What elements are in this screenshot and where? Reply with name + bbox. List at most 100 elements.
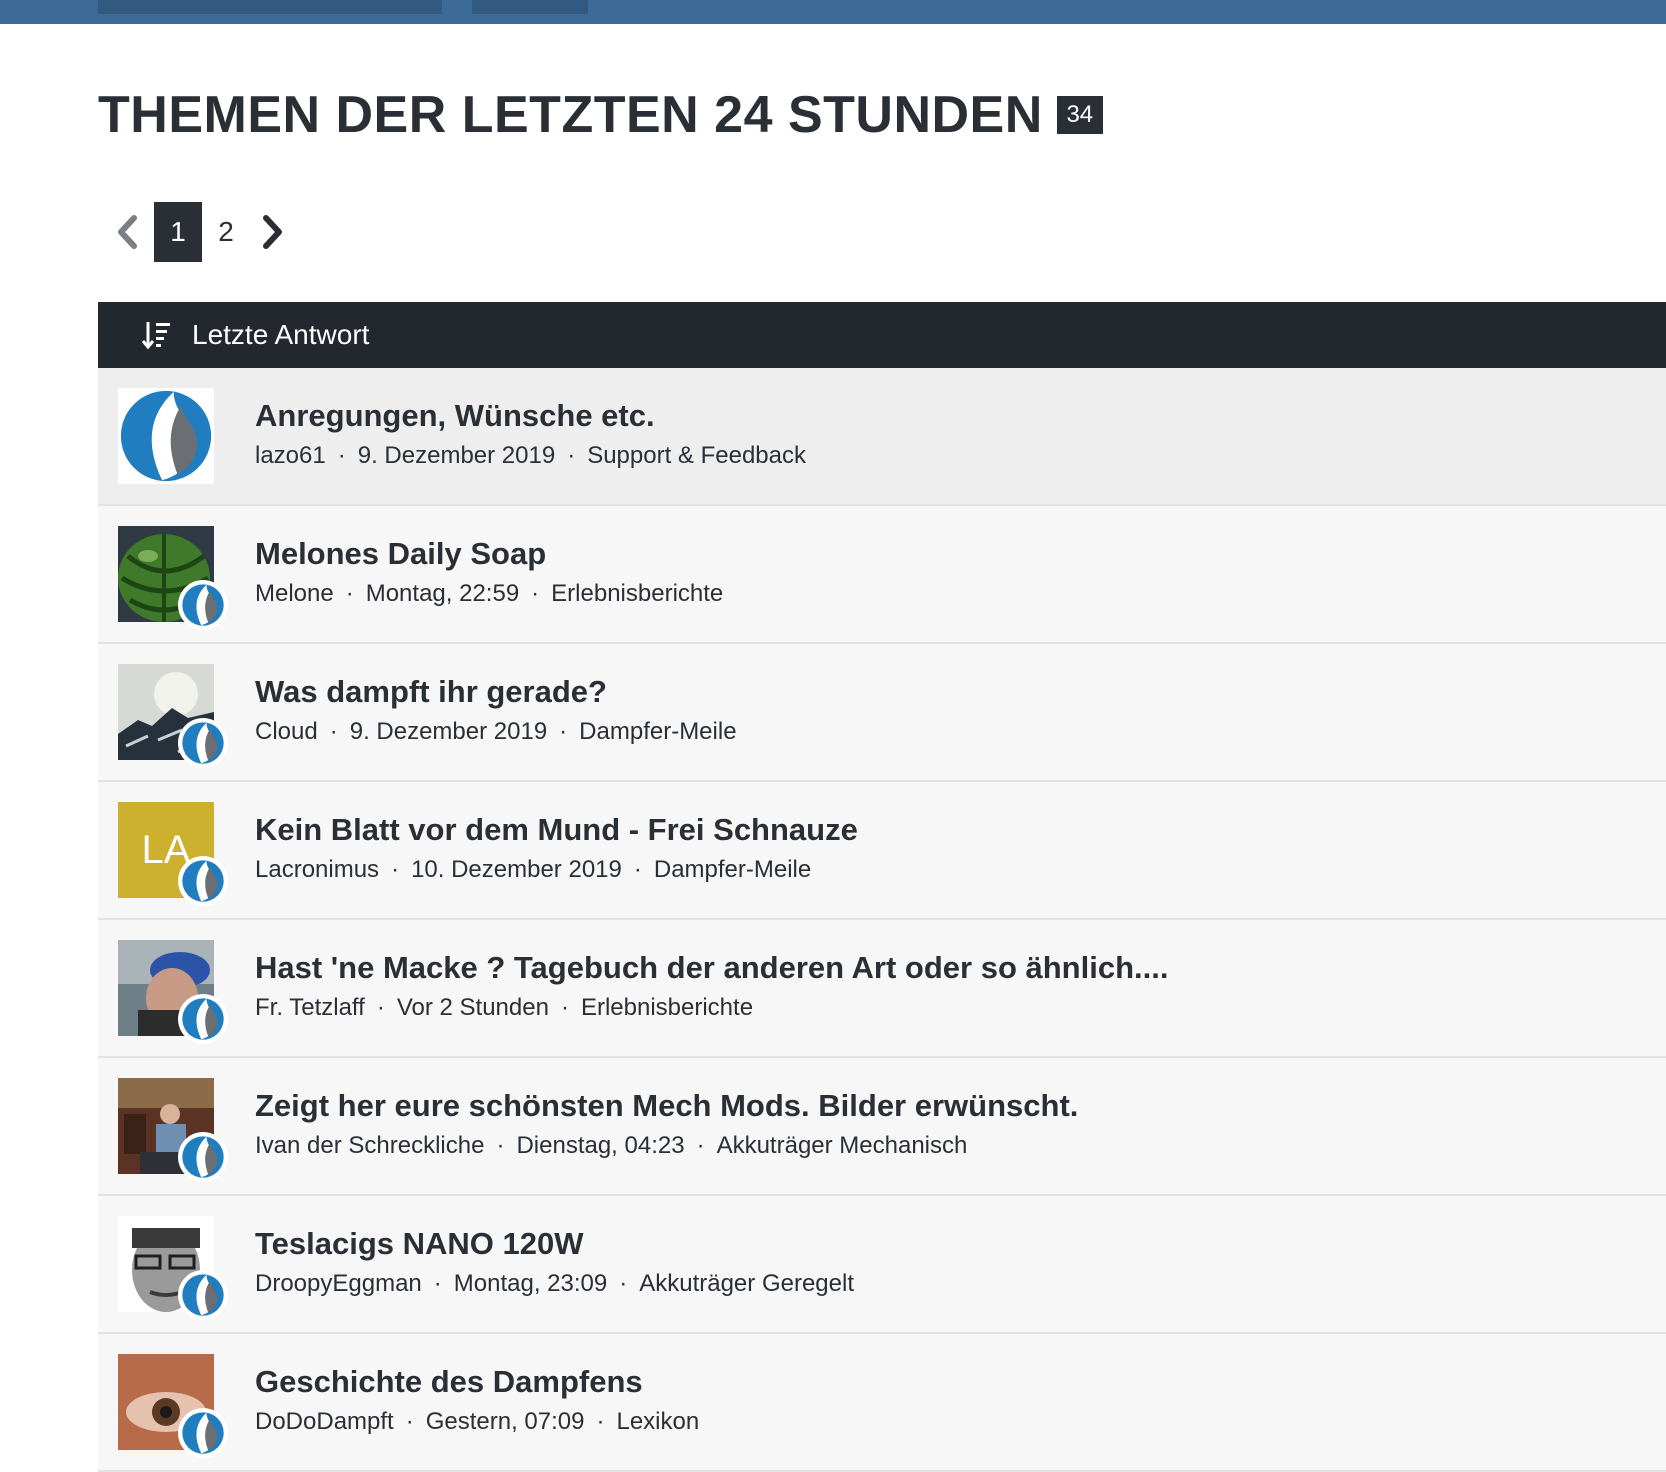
forum-logo-badge (178, 580, 228, 630)
topic-title-link[interactable]: Geschichte des Dampfens (255, 1362, 699, 1402)
topic-title-link[interactable]: Zeigt her eure schönsten Mech Mods. Bild… (255, 1086, 1078, 1126)
topic-avatar[interactable] (118, 388, 214, 484)
meta-separator: · (376, 994, 385, 1021)
topic-meta: DroopyEggman · Montag, 23:09 · Akkuträge… (255, 1270, 854, 1298)
top-navigation-bar (0, 0, 1666, 24)
topic-author-link[interactable]: Lacronimus (255, 856, 379, 884)
meta-separator: · (496, 1132, 505, 1159)
topic-meta: DoDoDampft · Gestern, 07:09 · Lexikon (255, 1408, 699, 1436)
topic-time: Montag, 22:59 (365, 580, 520, 607)
nav-tab-1[interactable] (98, 0, 442, 14)
topic-avatar[interactable] (118, 940, 228, 1044)
topic-avatar[interactable]: LA (118, 802, 228, 906)
forum-logo-badge (178, 1270, 228, 1320)
topic-meta: lazo61 · 9. Dezember 2019 · Support & Fe… (255, 442, 806, 470)
forum-logo-badge (178, 994, 228, 1044)
meta-separator: · (559, 718, 568, 745)
topic-avatar[interactable] (118, 664, 228, 768)
topic-time: 10. Dezember 2019 (411, 856, 622, 883)
topic-forum-link[interactable]: Erlebnisberichte (581, 994, 753, 1022)
topic-title-link[interactable]: Hast 'ne Macke ? Tagebuch der anderen Ar… (255, 948, 1168, 988)
topic-row[interactable]: Geschichte des Dampfens DoDoDampft · Ges… (98, 1334, 1666, 1472)
topic-author-link[interactable]: lazo61 (255, 442, 326, 470)
topic-text: Kein Blatt vor dem Mund - Frei Schnauze … (255, 810, 858, 884)
topic-meta: Lacronimus · 10. Dezember 2019 · Dampfer… (255, 856, 858, 884)
sort-bar[interactable]: Letzte Antwort (98, 302, 1666, 368)
topic-forum-link[interactable]: Lexikon (616, 1408, 699, 1436)
previous-page-button[interactable] (112, 202, 142, 262)
topic-forum-link[interactable]: Akkuträger Mechanisch (717, 1132, 968, 1160)
topic-forum-link[interactable]: Erlebnisberichte (551, 580, 723, 608)
meta-separator: · (567, 442, 576, 469)
topic-forum-link[interactable]: Dampfer-Meile (654, 856, 811, 884)
meta-separator: · (433, 1270, 442, 1297)
meta-separator: · (560, 994, 569, 1021)
meta-separator: · (619, 1270, 628, 1297)
topic-meta: Cloud · 9. Dezember 2019 · Dampfer-Meile (255, 718, 737, 746)
topic-time: Montag, 23:09 (453, 1270, 608, 1297)
forum-logo-badge (178, 1408, 228, 1458)
topic-author-link[interactable]: Melone (255, 580, 334, 608)
topic-title-link[interactable]: Teslacigs NANO 120W (255, 1224, 854, 1264)
topic-list: Letzte Antwort Anregungen, Wünsche etc. … (98, 302, 1666, 1472)
topic-text: Was dampft ihr gerade? Cloud · 9. Dezemb… (255, 672, 737, 746)
topic-avatar[interactable] (118, 1216, 228, 1320)
topic-text: Zeigt her eure schönsten Mech Mods. Bild… (255, 1086, 1078, 1160)
topic-title-link[interactable]: Anregungen, Wünsche etc. (255, 396, 806, 436)
topic-row[interactable]: Zeigt her eure schönsten Mech Mods. Bild… (98, 1058, 1666, 1196)
pagination: 1 2 (112, 202, 288, 262)
chevron-left-icon (118, 215, 137, 249)
topic-row[interactable]: Melones Daily Soap Melone · Montag, 22:5… (98, 506, 1666, 644)
topic-title-link[interactable]: Melones Daily Soap (255, 534, 723, 574)
meta-separator: · (391, 856, 400, 883)
topic-row[interactable]: LA Kein Blatt vor dem Mund - Frei Schnau… (98, 782, 1666, 920)
meta-separator: · (696, 1132, 705, 1159)
page-2-button[interactable]: 2 (202, 202, 250, 262)
topic-row[interactable]: Hast 'ne Macke ? Tagebuch der anderen Ar… (98, 920, 1666, 1058)
topic-author-link[interactable]: DroopyEggman (255, 1270, 422, 1298)
forum-logo-badge (178, 856, 228, 906)
topic-rows: Anregungen, Wünsche etc. lazo61 · 9. Dez… (98, 368, 1666, 1472)
topic-author-link[interactable]: Fr. Tetzlaff (255, 994, 365, 1022)
topic-count-badge: 34 (1056, 96, 1103, 134)
topic-author-link[interactable]: DoDoDampft (255, 1408, 394, 1436)
topic-meta: Ivan der Schreckliche · Dienstag, 04:23 … (255, 1132, 1078, 1160)
topic-row[interactable]: Teslacigs NANO 120W DroopyEggman · Monta… (98, 1196, 1666, 1334)
meta-separator: · (405, 1408, 414, 1435)
avatar (118, 388, 214, 484)
topic-text: Teslacigs NANO 120W DroopyEggman · Monta… (255, 1224, 854, 1298)
page-1-button[interactable]: 1 (154, 202, 202, 262)
page-title: THEMEN DER LETZTEN 24 STUNDEN (98, 86, 1043, 144)
topic-avatar[interactable] (118, 1078, 228, 1182)
forum-logo-badge (178, 718, 228, 768)
topic-avatar[interactable] (118, 526, 228, 630)
meta-separator: · (633, 856, 642, 883)
topic-text: Anregungen, Wünsche etc. lazo61 · 9. Dez… (255, 396, 806, 470)
meta-separator: · (531, 580, 540, 607)
topic-text: Hast 'ne Macke ? Tagebuch der anderen Ar… (255, 948, 1168, 1022)
topic-meta: Melone · Montag, 22:59 · Erlebnisbericht… (255, 580, 723, 608)
meta-separator: · (337, 442, 346, 469)
topic-time: Dienstag, 04:23 (516, 1132, 685, 1159)
topic-time: Gestern, 07:09 (425, 1408, 585, 1435)
next-page-button[interactable] (258, 202, 288, 262)
topic-text: Melones Daily Soap Melone · Montag, 22:5… (255, 534, 723, 608)
meta-separator: · (329, 718, 338, 745)
nav-tab-2[interactable] (472, 0, 588, 14)
topic-meta: Fr. Tetzlaff · Vor 2 Stunden · Erlebnisb… (255, 994, 1168, 1022)
chevron-right-icon (263, 215, 282, 249)
topic-author-link[interactable]: Ivan der Schreckliche (255, 1132, 484, 1160)
forum-logo-badge (178, 1132, 228, 1182)
page-heading: THEMEN DER LETZTEN 24 STUNDEN 34 (98, 84, 1103, 146)
topic-title-link[interactable]: Kein Blatt vor dem Mund - Frei Schnauze (255, 810, 858, 850)
topic-title-link[interactable]: Was dampft ihr gerade? (255, 672, 737, 712)
topic-avatar[interactable] (118, 1354, 228, 1458)
topic-row[interactable]: Was dampft ihr gerade? Cloud · 9. Dezemb… (98, 644, 1666, 782)
meta-separator: · (596, 1408, 605, 1435)
topic-forum-link[interactable]: Akkuträger Geregelt (639, 1270, 854, 1298)
topic-forum-link[interactable]: Dampfer-Meile (579, 718, 736, 746)
sort-label: Letzte Antwort (192, 319, 370, 350)
topic-forum-link[interactable]: Support & Feedback (587, 442, 806, 470)
topic-author-link[interactable]: Cloud (255, 718, 318, 746)
topic-row[interactable]: Anregungen, Wünsche etc. lazo61 · 9. Dez… (98, 368, 1666, 506)
